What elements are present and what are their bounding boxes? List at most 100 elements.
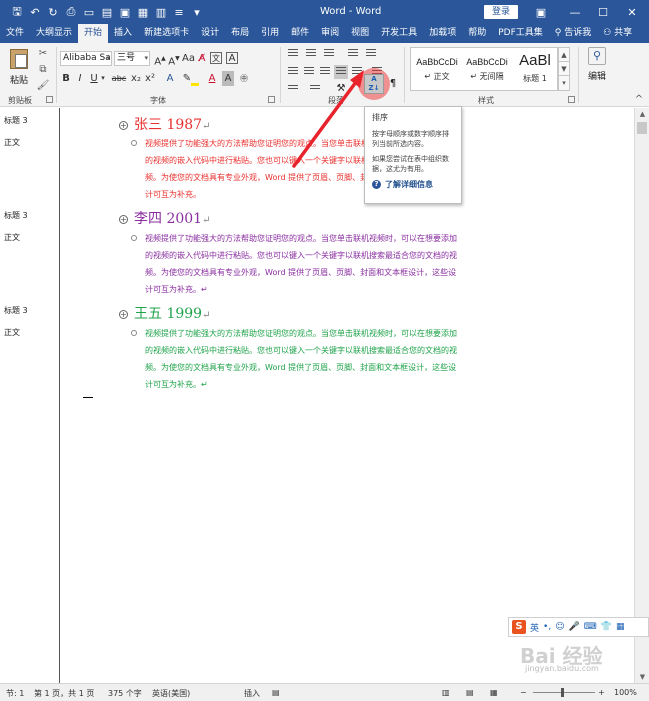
login-button[interactable]: 登录 (484, 5, 518, 19)
toolbox-icon[interactable]: ▦ (616, 622, 625, 632)
tab-pdf-tools[interactable]: PDF工具集 (492, 24, 549, 43)
char-shading-button[interactable]: A (222, 71, 234, 86)
superscript-button[interactable]: x² (144, 71, 156, 86)
tab-references[interactable]: 引用 (255, 24, 285, 43)
collapse-ribbon-icon[interactable]: ^ (632, 93, 646, 107)
grid-icon[interactable]: ▥ (152, 0, 170, 24)
scroll-up-icon[interactable]: ▲ (635, 108, 649, 120)
tab-addins[interactable]: 加载项 (423, 24, 462, 43)
tab-mailings[interactable]: 邮件 (285, 24, 315, 43)
clear-format-icon[interactable]: A̸ (196, 51, 208, 66)
document-canvas[interactable]: + 张三 1987↵ 视频提供了功能强大的方法帮助您证明您的观点。当您单击联机视频… (61, 108, 634, 683)
font-color-button[interactable]: A (206, 71, 218, 86)
ribbon-display-icon[interactable]: ▣ (524, 0, 558, 24)
copy-icon[interactable]: ⧉ (36, 63, 50, 77)
styles-launcher-icon[interactable] (568, 96, 575, 103)
more-styles-icon[interactable]: ▾ (559, 76, 569, 90)
increase-indent-icon[interactable] (364, 47, 378, 61)
tab-file[interactable]: 文件 (0, 24, 30, 43)
expand-icon[interactable]: + (119, 214, 128, 224)
font-size-select[interactable]: 三号 ▾ (114, 51, 150, 66)
underline-button[interactable]: U (88, 71, 100, 86)
zoom-in-icon[interactable]: + (598, 688, 605, 697)
web-layout-icon[interactable]: ▦ (490, 688, 498, 697)
grow-font-icon[interactable]: A▲ (154, 51, 166, 67)
tab-outline[interactable]: 大纲显示 (30, 24, 78, 43)
decrease-indent-icon[interactable] (346, 47, 360, 61)
char-border-icon[interactable]: A (226, 52, 238, 64)
ime-mode[interactable]: 英 (530, 621, 539, 634)
align-right-icon[interactable] (318, 65, 332, 79)
undo-icon[interactable]: ↶ (26, 0, 44, 24)
open-icon[interactable]: ▤ (98, 0, 116, 24)
status-insert-mode[interactable]: 插入 (244, 688, 260, 699)
phonetic-guide-icon[interactable]: ㊥ (238, 71, 250, 86)
italic-button[interactable]: I (74, 71, 86, 86)
heading-3[interactable]: + 王五 1999↵ (119, 303, 210, 323)
tab-review[interactable]: 审阅 (315, 24, 345, 43)
tab-new-tab[interactable]: 新建选项卡 (138, 24, 195, 43)
punctuation-icon[interactable]: •, (543, 622, 551, 632)
new-window-icon[interactable]: ▦ (134, 0, 152, 24)
style-normal[interactable]: AaBbCcDi ↵ 正文 (413, 52, 461, 88)
chevron-down-icon[interactable]: ▾ (100, 71, 106, 86)
customize-icon[interactable]: ▾ (188, 0, 206, 24)
styles-scroll[interactable]: ▲ ▼ ▾ (558, 47, 570, 91)
body-paragraph-3[interactable]: 视频提供了功能强大的方法帮助您证明您的观点。当您单击联机视频时，可以在想要添加的… (131, 325, 461, 393)
expand-icon[interactable]: + (119, 120, 128, 130)
paste-button[interactable]: 粘贴 (6, 47, 32, 91)
tell-me-box[interactable]: ⚲ 告诉我 (549, 24, 597, 43)
sort-button[interactable]: A Z↓ (364, 74, 384, 94)
tab-layout[interactable]: 布局 (225, 24, 255, 43)
align-left-icon[interactable] (286, 65, 300, 79)
bullets-icon[interactable] (286, 47, 300, 61)
tab-view[interactable]: 视图 (345, 24, 375, 43)
tab-help[interactable]: 帮助 (462, 24, 492, 43)
emoji-icon[interactable]: ☺ (555, 622, 564, 632)
scroll-thumb[interactable] (637, 122, 647, 134)
format-painter-icon[interactable]: 🖌 (36, 79, 50, 93)
microphone-icon[interactable]: 🎤 (569, 622, 580, 632)
font-name-select[interactable]: Alibaba Sans▾ (60, 51, 112, 66)
zoom-slider-track[interactable] (533, 692, 595, 693)
font-launcher-icon[interactable] (268, 96, 275, 103)
tab-developer[interactable]: 开发工具 (375, 24, 423, 43)
zoom-out-icon[interactable]: − (520, 688, 527, 697)
expand-icon[interactable]: + (119, 309, 128, 319)
tab-design[interactable]: 设计 (195, 24, 225, 43)
read-mode-icon[interactable]: ▥ (442, 688, 450, 697)
text-effects-button[interactable]: A (164, 71, 176, 86)
shrink-font-icon[interactable]: A▼ (168, 51, 180, 67)
enclose-char-icon[interactable]: 文 (210, 52, 222, 64)
learn-more-link[interactable]: ? 了解详细信息 (372, 179, 454, 190)
skin-icon[interactable]: 👕 (601, 622, 612, 632)
status-language[interactable]: 英语(美国) (152, 688, 190, 699)
shading-icon[interactable] (286, 83, 300, 97)
align-icon[interactable]: ≡ (170, 0, 188, 24)
change-case-icon[interactable]: Aa (182, 51, 195, 66)
redo-icon[interactable]: ↻ (44, 0, 62, 24)
macro-record-icon[interactable]: ▤ (272, 688, 280, 697)
borders-icon[interactable] (308, 83, 322, 97)
clipboard-launcher-icon[interactable] (46, 96, 53, 103)
body-paragraph-2[interactable]: 视频提供了功能强大的方法帮助您证明您的观点。当您单击联机视频时，可以在想要添加的… (131, 230, 461, 298)
zoom-slider-thumb[interactable] (561, 688, 564, 697)
sogou-logo[interactable]: S (512, 620, 526, 634)
justify-icon[interactable] (334, 65, 348, 79)
tab-home[interactable]: 开始 (78, 24, 109, 43)
heading-1[interactable]: + 张三 1987↵ (119, 114, 210, 134)
chevron-up-icon[interactable]: ▲ (559, 48, 569, 62)
tab-insert[interactable]: 插入 (108, 24, 138, 43)
status-page[interactable]: 第 1 页，共 1 页 (34, 688, 94, 699)
multilevel-list-icon[interactable] (322, 47, 336, 61)
chevron-down-icon[interactable]: ▼ (559, 62, 569, 76)
keyboard-icon[interactable]: ⌨ (584, 622, 597, 632)
status-section[interactable]: 节: 1 (6, 688, 24, 699)
cut-icon[interactable]: ✂ (36, 47, 50, 61)
style-heading-1[interactable]: AaBl 标题 1 (511, 52, 559, 88)
print-layout-icon[interactable]: ▤ (466, 688, 474, 697)
status-words[interactable]: 375 个字 (108, 688, 142, 699)
numbering-icon[interactable] (304, 47, 318, 61)
save-icon[interactable]: 🖫 (8, 0, 26, 24)
style-no-spacing[interactable]: AaBbCcDi ↵ 无间隔 (463, 52, 511, 88)
